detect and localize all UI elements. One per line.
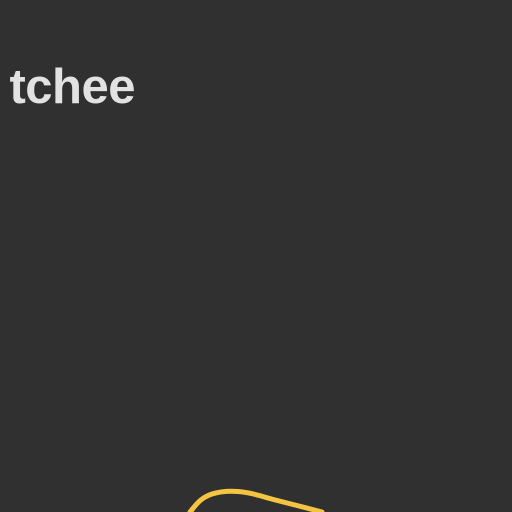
road-layer (187, 488, 325, 512)
map-canvas[interactable]: tchee (0, 0, 512, 512)
major-road-line[interactable] (187, 488, 325, 512)
